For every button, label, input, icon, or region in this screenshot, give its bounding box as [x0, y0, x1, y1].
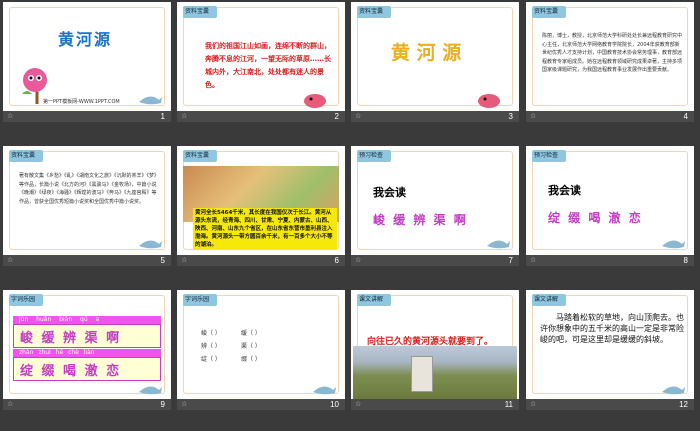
slide-title: 黄河源 — [58, 30, 113, 49]
star-icon: ☆ — [7, 400, 14, 408]
compose-item: 绽（ ） — [201, 356, 221, 363]
slide-tag: 字词乐园 — [9, 294, 43, 306]
slide-tag: 课文讲解 — [532, 294, 566, 306]
slide-number: 4 — [683, 112, 688, 121]
slide-statusbar: ☆ 4 — [526, 111, 694, 122]
word-list: 峻 缓 辨 渠 啊 — [373, 213, 468, 227]
whale-icon — [313, 386, 336, 395]
slide-7[interactable]: 预习检查 我会读 峻 缓 辨 渠 啊 ☆ 7 — [351, 146, 519, 266]
grassland-photo — [353, 346, 517, 399]
word-row-2: 绽 缀 喝 澈 恋 — [13, 357, 161, 381]
slide-number: 9 — [160, 400, 165, 409]
pinyin-row-2: zhàn zhuì hē chè liàn — [13, 349, 161, 357]
slide-number: 5 — [160, 256, 165, 265]
slide-2[interactable]: 资料宝囊 我们的祖国江山如画，连绵不断的群山，奔腾不息的江河，一望无际的草原……… — [177, 2, 345, 122]
slide-number: 3 — [508, 112, 513, 121]
slide-tag: 资料宝囊 — [183, 150, 217, 162]
slide-statusbar: ☆ 5 — [3, 255, 171, 266]
whale-icon — [662, 386, 685, 395]
slide-tag: 资料宝囊 — [183, 6, 217, 18]
slide-6[interactable]: 资料宝囊 黄河全长5464千米，其长度在我国仅次于长江。黄河从源头东流，经青海、… — [177, 146, 345, 266]
monument-stone — [411, 356, 433, 392]
slide-8[interactable]: 预习检查 我会读 绽 缀 喝 澈 恋 ☆ 8 — [526, 146, 694, 266]
slide-9[interactable]: 字词乐园 jùn huǎn biàn qú a 峻 缓 辨 渠 啊 zhàn z… — [3, 290, 171, 410]
word-list: 绽 缀 喝 澈 恋 — [548, 211, 643, 225]
slide-12[interactable]: 课文讲解 马踏着松软的草地，向山顶爬去。也许你想象中的五千米的高山一定是非常险峻… — [526, 290, 694, 410]
star-icon: ☆ — [181, 112, 188, 120]
slide-title: 黄 河 源 — [391, 42, 462, 64]
star-icon: ☆ — [181, 256, 188, 264]
compose-item: 峻（ ） — [201, 330, 221, 337]
word-row-1: 峻 缓 辨 渠 啊 — [13, 324, 161, 348]
slide-3[interactable]: 资料宝囊 黄 河 源 ☆ 3 — [351, 2, 519, 122]
pig-illustration — [304, 94, 326, 108]
slide-tag: 字词乐园 — [183, 294, 217, 306]
compose-item: 辨（ ） — [201, 343, 221, 350]
star-icon: ☆ — [530, 256, 537, 264]
slide-number: 10 — [330, 400, 339, 409]
star-icon: ☆ — [7, 256, 14, 264]
compose-item: 缀（ ） — [241, 356, 261, 363]
slide-statusbar: ☆ 11 — [351, 399, 519, 410]
slide-statusbar: ☆ 12 — [526, 399, 694, 410]
slide-tag: 预习检查 — [357, 150, 391, 162]
star-icon: ☆ — [355, 112, 362, 120]
whale-icon — [139, 386, 162, 395]
slide-number: 12 — [679, 400, 688, 409]
slide-number: 8 — [683, 256, 688, 265]
slide-4[interactable]: 资料宝囊 陈丽，博士，教授，北京师范大学科研处处长兼远程教育研究中心主任，北京师… — [526, 2, 694, 122]
slide-tag: 课文讲解 — [357, 294, 391, 306]
slide-body-text: 陈丽，博士，教授，北京师范大学科研处处长兼远程教育研究中心主任，北京师范大学网络… — [542, 33, 683, 73]
slide-body-text: 著有散文集《乡愁》《乱》《湖南文化之旅》《沉默的羔羊》《梦》等作品，长篇小说《北… — [19, 173, 160, 205]
slide-statusbar: ☆ 10 — [177, 399, 345, 410]
slide-body-text: 我们的祖国江山如画，连绵不断的群山，奔腾不息的江河，一望无际的草原……长城内外，… — [205, 42, 331, 89]
star-icon: ☆ — [355, 400, 362, 408]
star-icon: ☆ — [355, 256, 362, 264]
slide-tag: 资料宝囊 — [9, 150, 43, 162]
slide-statusbar: ☆ 3 — [351, 111, 519, 122]
pig-illustration — [478, 94, 500, 108]
slide-tag: 预习检查 — [532, 150, 566, 162]
slide-heading: 我会读 — [373, 186, 406, 199]
slide-statusbar: ☆ 7 — [351, 255, 519, 266]
compose-item: 渠（ ） — [241, 343, 261, 350]
slide-11[interactable]: 课文讲解 向往已久的黄河源头就要到了。 ☆ 11 — [351, 290, 519, 410]
slide-1[interactable]: 黄河源 第一PPT模板网-WWW.1PPT.COM ☆ 1 — [3, 2, 171, 122]
slide-statusbar: ☆ 9 — [3, 399, 171, 410]
slide-heading: 我会读 — [548, 184, 581, 197]
slide-5[interactable]: 资料宝囊 著有散文集《乡愁》《乱》《湖南文化之旅》《沉默的羔羊》《梦》等作品，长… — [3, 146, 171, 266]
slide-footer: 第一PPT模板网-WWW.1PPT.COM — [43, 99, 120, 105]
slide-body-text: 黄河全长5464千米，其长度在我国仅次于长江。黄河从源头东流，经青海、四川、甘肃… — [193, 208, 337, 250]
whale-icon — [139, 240, 162, 249]
slide-statusbar: ☆ 6 — [177, 255, 345, 266]
slide-number: 7 — [508, 256, 513, 265]
star-icon: ☆ — [7, 112, 14, 120]
slide-number: 6 — [334, 256, 339, 265]
slide-number: 2 — [334, 112, 339, 121]
whale-icon — [487, 240, 510, 249]
whale-icon — [662, 240, 685, 249]
slide-statusbar: ☆ 2 — [177, 111, 345, 122]
slide-tag: 资料宝囊 — [357, 6, 391, 18]
slide-10[interactable]: 字词乐园 峻（ ） 缓（ ） 辨（ ） 渠（ ） 绽（ ） 缀（ ） ☆ 10 — [177, 290, 345, 410]
pinyin-row-1: jùn huǎn biàn qú a — [13, 316, 161, 324]
star-icon: ☆ — [530, 400, 537, 408]
slide-number: 1 — [160, 112, 165, 121]
star-icon: ☆ — [530, 112, 537, 120]
slide-number: 11 — [504, 400, 513, 409]
star-icon: ☆ — [181, 400, 188, 408]
slide-body-text: 马踏着松软的草地，向山顶爬去。也许你想象中的五千米的高山一定是非常险峻的吧，可是… — [540, 313, 684, 344]
slide-statusbar: ☆ 1 — [3, 111, 171, 122]
slide-statusbar: ☆ 8 — [526, 255, 694, 266]
whale-icon — [139, 96, 162, 105]
slide-tag: 资料宝囊 — [532, 6, 566, 18]
compose-item: 缓（ ） — [241, 330, 261, 337]
